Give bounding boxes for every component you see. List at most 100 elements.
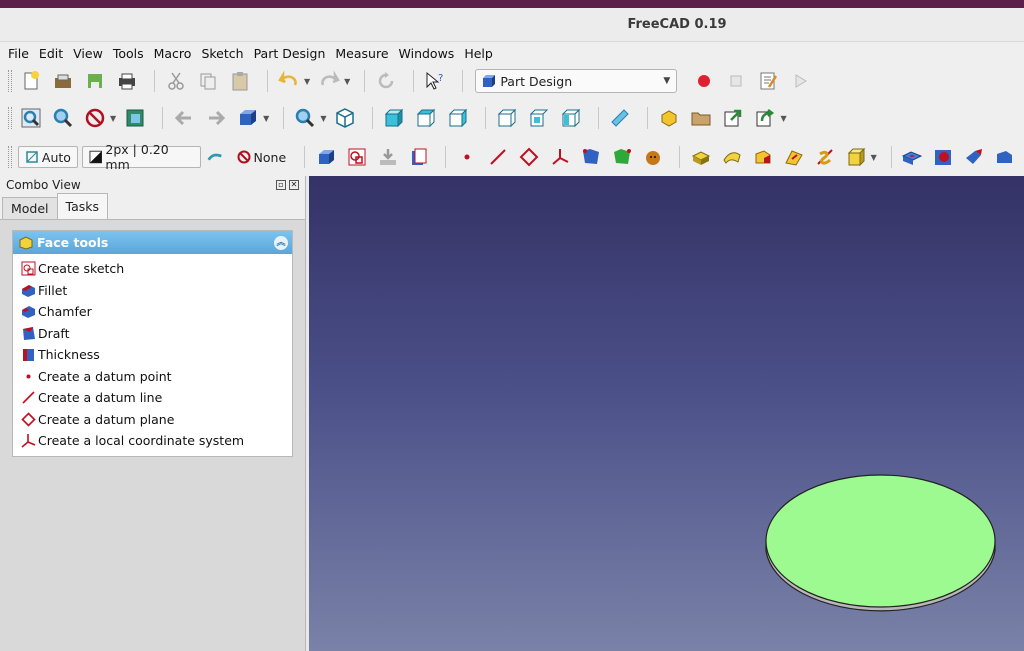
create-body-icon[interactable]: [313, 144, 338, 170]
menu-tools[interactable]: Tools: [113, 46, 144, 61]
pocket-icon[interactable]: [900, 144, 925, 170]
front-view-icon[interactable]: [381, 105, 407, 131]
groove-icon[interactable]: [962, 144, 987, 170]
refresh-icon[interactable]: [373, 68, 399, 94]
back-arrow-icon[interactable]: [171, 105, 197, 131]
left-view-icon[interactable]: [558, 105, 584, 131]
navigation-cube-icon[interactable]: [235, 105, 261, 131]
chevron-down-icon[interactable]: ▼: [320, 114, 326, 123]
toolbar-grip[interactable]: [8, 107, 12, 129]
copy-icon[interactable]: [195, 68, 221, 94]
clone-icon[interactable]: [609, 144, 634, 170]
stop-macro-icon[interactable]: [723, 68, 749, 94]
task-create-sketch[interactable]: Create sketch: [13, 258, 292, 280]
edit-macro-icon[interactable]: [755, 68, 781, 94]
additive-primitive-icon[interactable]: [844, 144, 869, 170]
fit-all-icon[interactable]: [18, 105, 44, 131]
subtractive-loft-icon[interactable]: [993, 144, 1018, 170]
chevron-down-icon[interactable]: ▼: [110, 114, 116, 123]
pad-icon[interactable]: [688, 144, 713, 170]
chevron-down-icon[interactable]: ▼: [263, 114, 269, 123]
menu-view[interactable]: View: [73, 46, 103, 61]
draw-style-button[interactable]: Auto: [17, 146, 78, 168]
sub-shape-binder-icon[interactable]: [578, 144, 603, 170]
snap-icon[interactable]: [205, 144, 225, 170]
create-sketch-icon[interactable]: [344, 144, 369, 170]
print-icon[interactable]: [114, 68, 140, 94]
rear-view-icon[interactable]: [494, 105, 520, 131]
menu-file[interactable]: File: [8, 46, 29, 61]
run-macro-icon[interactable]: [787, 68, 813, 94]
bottom-view-icon[interactable]: [526, 105, 552, 131]
fit-selection-icon[interactable]: [50, 105, 76, 131]
record-macro-icon[interactable]: [691, 68, 717, 94]
datum-line-icon[interactable]: [485, 144, 510, 170]
additive-pipe-icon[interactable]: [782, 144, 807, 170]
face-tools-header[interactable]: Face tools ︽: [13, 231, 292, 254]
task-draft[interactable]: Draft: [13, 323, 292, 345]
bounding-box-icon[interactable]: [122, 105, 148, 131]
menu-edit[interactable]: Edit: [39, 46, 63, 61]
save-icon[interactable]: [82, 68, 108, 94]
link-actions-icon[interactable]: [752, 105, 778, 131]
open-document-icon[interactable]: [50, 68, 76, 94]
datum-point-icon[interactable]: [454, 144, 479, 170]
validate-sketch-icon[interactable]: [375, 144, 400, 170]
task-thickness[interactable]: Thickness: [13, 344, 292, 366]
make-link-icon[interactable]: [720, 105, 746, 131]
combo-view: Combo View ▫ ✕ Model Tasks Face tools ︽ …: [0, 176, 306, 651]
task-datum-line[interactable]: Create a datum line: [13, 387, 292, 409]
task-local-coordinate-system[interactable]: Create a local coordinate system: [13, 430, 292, 452]
close-panel-icon[interactable]: ✕: [289, 180, 299, 190]
whats-this-icon[interactable]: ?: [422, 68, 448, 94]
tab-model[interactable]: Model: [2, 197, 58, 219]
task-fillet[interactable]: Fillet: [13, 280, 292, 302]
task-datum-plane[interactable]: Create a datum plane: [13, 409, 292, 431]
chevron-down-icon[interactable]: ▼: [780, 114, 786, 123]
task-datum-point[interactable]: Create a datum point: [13, 366, 292, 388]
draw-style-icon[interactable]: [82, 105, 108, 131]
redo-icon[interactable]: [316, 68, 342, 94]
forward-arrow-icon[interactable]: [203, 105, 229, 131]
menu-sketch[interactable]: Sketch: [201, 46, 243, 61]
paste-icon[interactable]: [227, 68, 253, 94]
additive-helix-icon[interactable]: [813, 144, 838, 170]
chevron-down-icon[interactable]: ▼: [871, 153, 877, 162]
collapse-icon[interactable]: ︽: [274, 235, 288, 250]
cylinder-model[interactable]: [309, 176, 1024, 651]
chevron-down-icon[interactable]: ▼: [304, 77, 310, 86]
measure-distance-icon[interactable]: [607, 105, 633, 131]
chevron-down-icon[interactable]: ▼: [344, 77, 350, 86]
menu-macro[interactable]: Macro: [154, 46, 192, 61]
float-panel-icon[interactable]: ▫: [276, 180, 286, 190]
3d-viewport[interactable]: [309, 176, 1024, 651]
workbench-selector[interactable]: Part Design ▼: [475, 69, 678, 93]
hole-icon[interactable]: [931, 144, 956, 170]
cut-icon[interactable]: [163, 68, 189, 94]
create-group-icon[interactable]: [688, 105, 714, 131]
new-document-icon[interactable]: [18, 68, 44, 94]
datum-plane-icon[interactable]: [516, 144, 541, 170]
zoom-icon[interactable]: [292, 105, 318, 131]
menu-windows[interactable]: Windows: [399, 46, 455, 61]
toolbar-grip[interactable]: [8, 146, 12, 168]
task-chamfer[interactable]: Chamfer: [13, 301, 292, 323]
right-view-icon[interactable]: [445, 105, 471, 131]
menu-measure[interactable]: Measure: [335, 46, 388, 61]
isometric-view-icon[interactable]: [332, 105, 358, 131]
tab-tasks[interactable]: Tasks: [56, 193, 109, 219]
shape-binder-icon[interactable]: [406, 144, 431, 170]
top-view-icon[interactable]: [413, 105, 439, 131]
menu-help[interactable]: Help: [464, 46, 493, 61]
selection-filter-button[interactable]: None: [231, 146, 293, 168]
undo-icon[interactable]: [276, 68, 302, 94]
title-bar: FreeCAD 0.19: [0, 8, 1024, 42]
dog-icon[interactable]: [640, 144, 665, 170]
menu-part-design[interactable]: Part Design: [254, 46, 326, 61]
line-width-button[interactable]: 2px | 0.20 mm: [81, 142, 201, 172]
revolution-icon[interactable]: [719, 144, 744, 170]
additive-loft-icon[interactable]: [750, 144, 775, 170]
toolbar-grip[interactable]: [8, 70, 12, 92]
create-part-icon[interactable]: [656, 105, 682, 131]
local-coordinate-system-icon[interactable]: [547, 144, 572, 170]
